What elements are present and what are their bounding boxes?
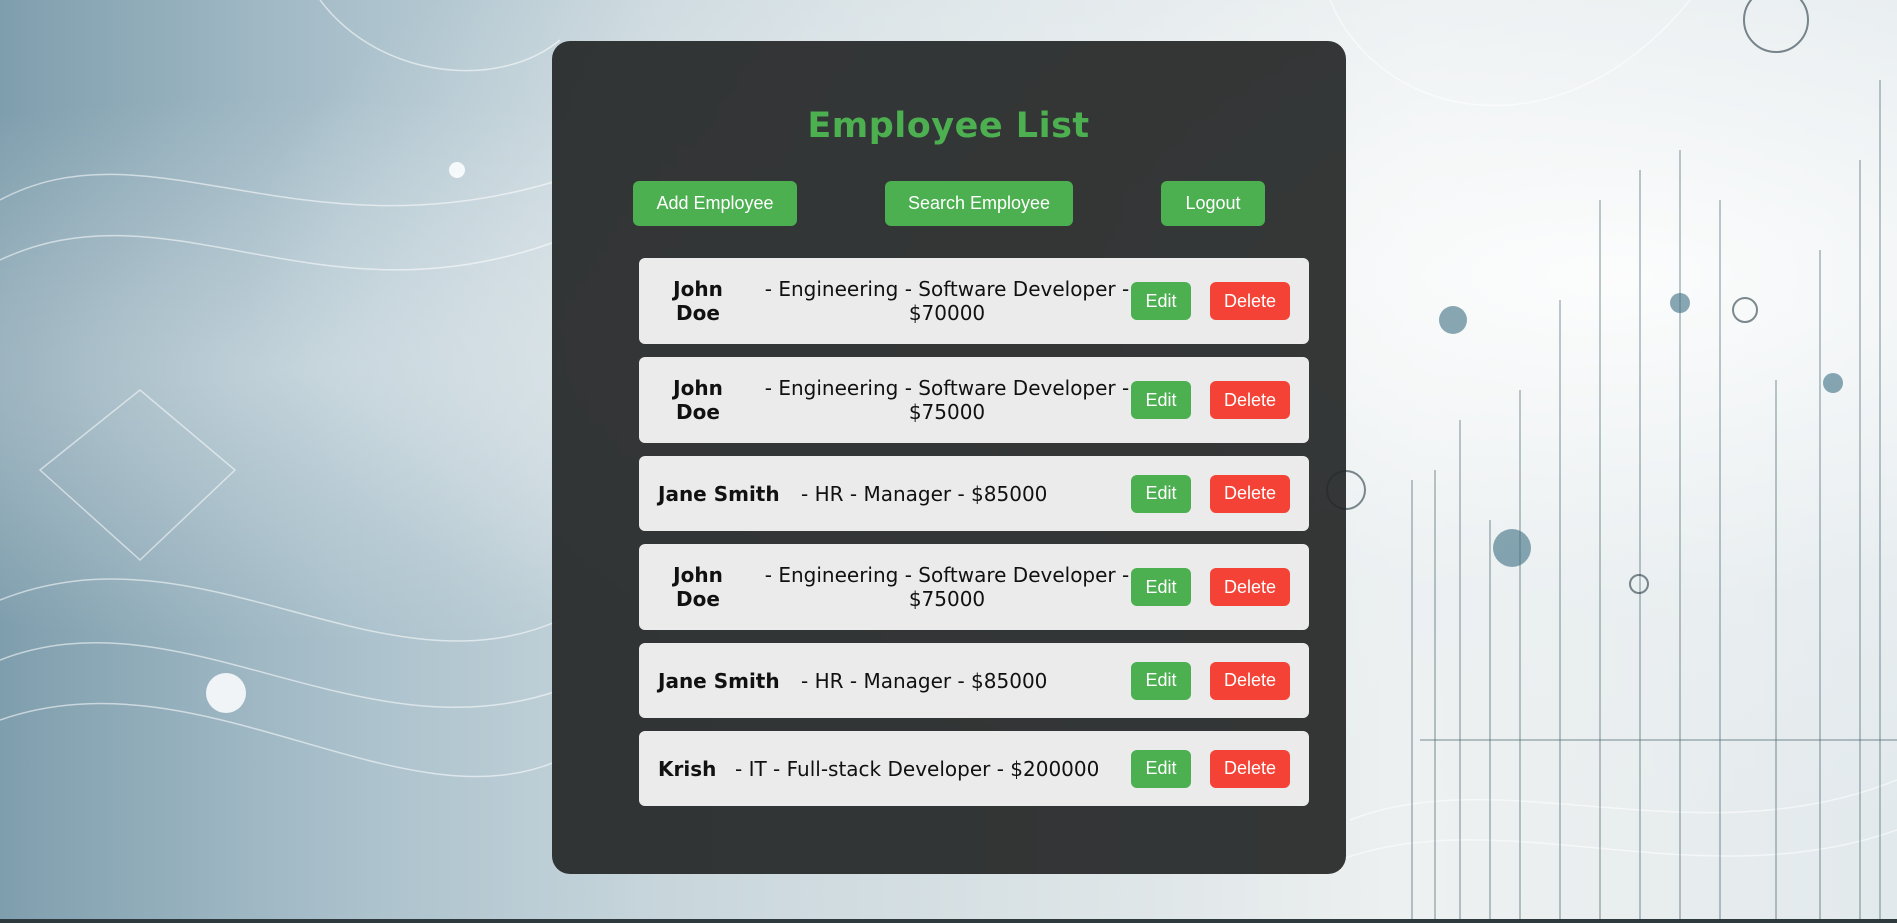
edit-button[interactable]: Edit bbox=[1131, 474, 1191, 513]
edit-button[interactable]: Edit bbox=[1131, 661, 1191, 700]
edit-button[interactable]: Edit bbox=[1131, 749, 1191, 788]
employee-detail: - HR - Manager - $85000 bbox=[801, 668, 1048, 693]
search-employee-button[interactable]: Search Employee bbox=[885, 181, 1073, 226]
employee-name: Jane Smith bbox=[658, 481, 780, 506]
employee-name: John Doe bbox=[673, 563, 723, 611]
employee-detail: - Engineering - Software Developer - $75… bbox=[764, 376, 1130, 424]
employee-row: Jane Smith - HR - Manager - $85000 Edit … bbox=[639, 456, 1309, 531]
employee-detail: - IT - Full-stack Developer - $200000 bbox=[735, 756, 1100, 781]
delete-button[interactable]: Delete bbox=[1210, 474, 1290, 513]
edit-button[interactable]: Edit bbox=[1131, 381, 1191, 419]
add-employee-button[interactable]: Add Employee bbox=[633, 181, 797, 226]
employee-row: Jane Smith - HR - Manager - $85000 Edit … bbox=[639, 643, 1309, 718]
delete-button[interactable]: Delete bbox=[1210, 568, 1290, 606]
employee-detail: - Engineering - Software Developer - $75… bbox=[764, 563, 1130, 611]
employee-name: John Doe bbox=[673, 376, 723, 424]
bottom-border bbox=[0, 919, 1897, 923]
page-title: Employee List bbox=[807, 106, 1090, 146]
employee-row: John Doe - Engineering - Software Develo… bbox=[639, 258, 1309, 344]
employee-name: Jane Smith bbox=[658, 668, 780, 693]
employee-name: John Doe bbox=[673, 277, 723, 325]
employee-name: Krish bbox=[658, 756, 717, 781]
employee-list: John Doe - Engineering - Software Develo… bbox=[639, 258, 1309, 819]
employee-detail: - HR - Manager - $85000 bbox=[801, 481, 1048, 506]
delete-button[interactable]: Delete bbox=[1210, 381, 1290, 419]
employee-row: John Doe - Engineering - Software Develo… bbox=[639, 544, 1309, 630]
edit-button[interactable]: Edit bbox=[1131, 282, 1191, 320]
delete-button[interactable]: Delete bbox=[1210, 661, 1290, 700]
employee-row: Krish - IT - Full-stack Developer - $200… bbox=[639, 731, 1309, 806]
edit-button[interactable]: Edit bbox=[1131, 568, 1191, 606]
employee-detail: - Engineering - Software Developer - $70… bbox=[764, 277, 1130, 325]
logout-button[interactable]: Logout bbox=[1161, 181, 1265, 226]
delete-button[interactable]: Delete bbox=[1210, 749, 1290, 788]
employee-row: John Doe - Engineering - Software Develo… bbox=[639, 357, 1309, 443]
delete-button[interactable]: Delete bbox=[1210, 282, 1290, 320]
